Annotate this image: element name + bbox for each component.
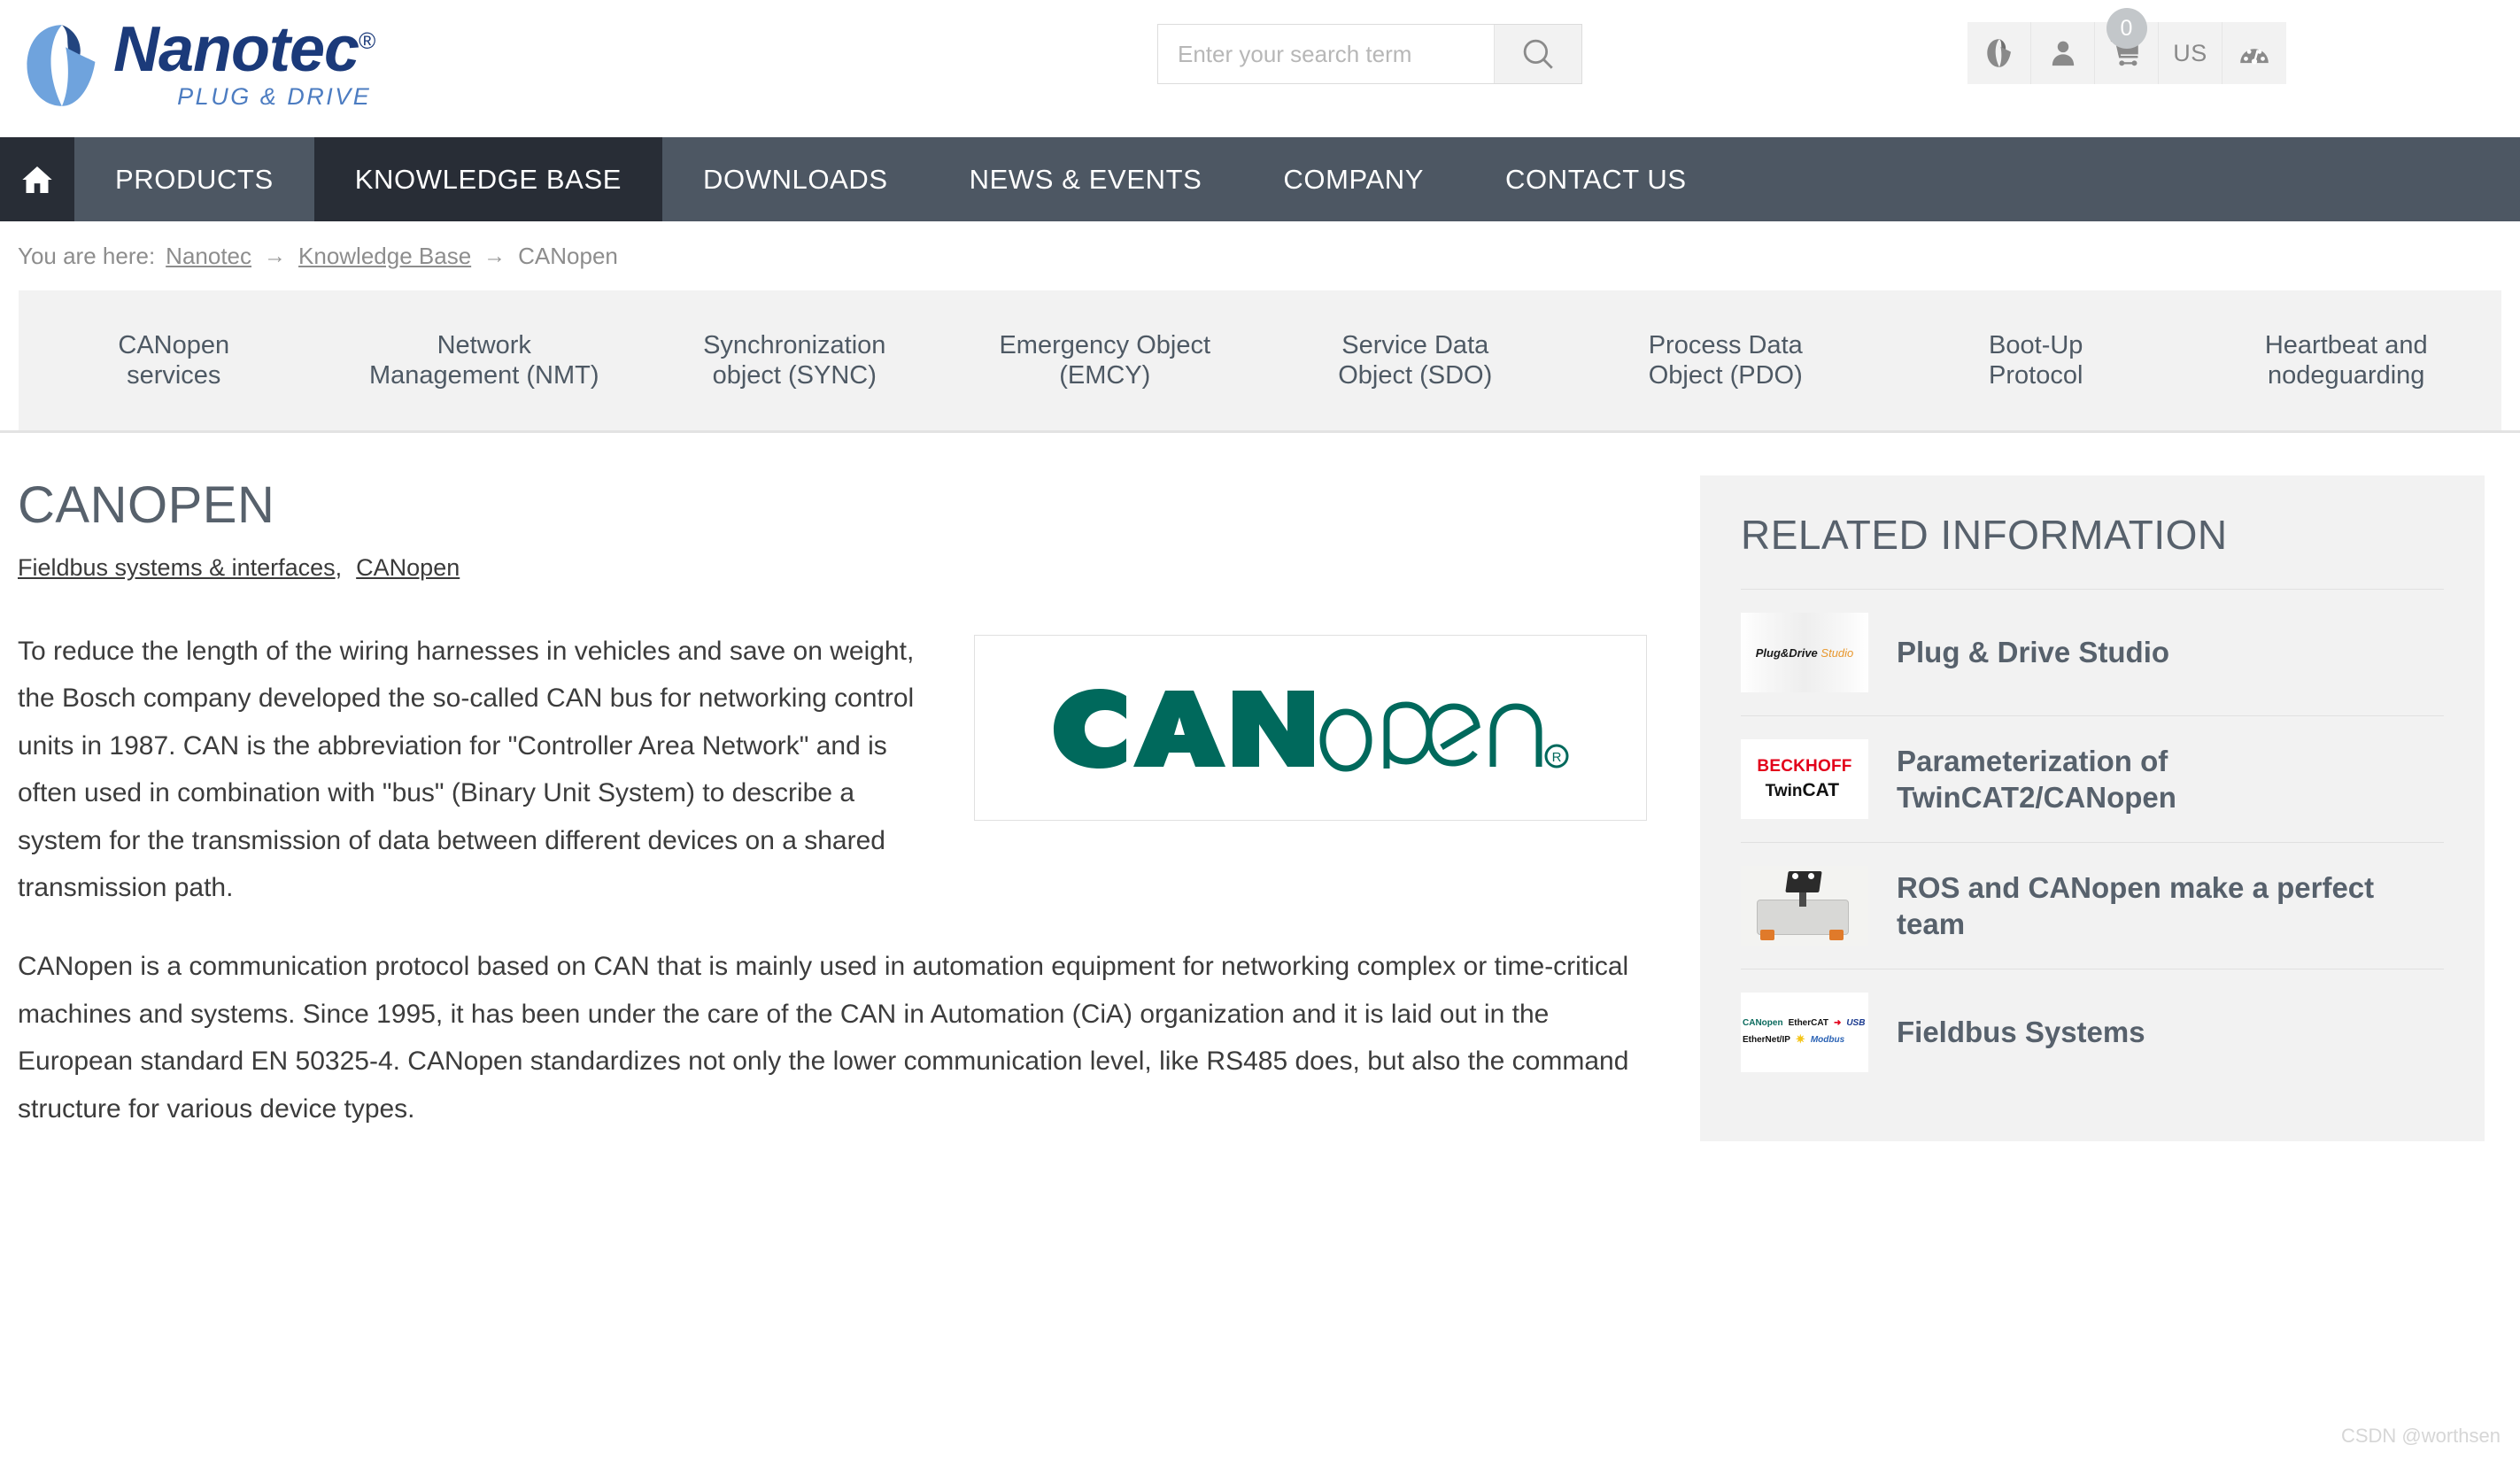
breadcrumb-item-knowledge-base[interactable]: Knowledge Base xyxy=(298,243,471,270)
subnav-label-line1: Synchronization xyxy=(703,330,886,359)
subnav-item-synchronization-object[interactable]: Synchronization object (SYNC) xyxy=(639,330,950,390)
subnav-label-line2: Object (PDO) xyxy=(1648,361,1803,390)
main-column: CANOPEN Fieldbus systems & interfaces, CA… xyxy=(18,475,1700,1141)
header-icon-bar: 0 US xyxy=(1967,8,2286,84)
breadcrumb-separator-icon: → xyxy=(264,243,287,268)
subnav-label-line2: (EMCY) xyxy=(1059,361,1151,390)
beckhoff-twincat-thumbnail: BECKHOFF TwinCAT xyxy=(1741,739,1868,819)
subnav-label-line1: Network xyxy=(437,330,531,359)
header-user-account-button[interactable] xyxy=(2031,22,2095,84)
dashboard-gauge-icon xyxy=(2240,49,2269,65)
nanotec-logo-text: Nanotec® PLUG & DRIVE xyxy=(113,18,375,111)
subnav-label-line1: Heartbeat and xyxy=(2264,330,2428,359)
search-icon xyxy=(1523,39,1553,69)
nav-item-company[interactable]: COMPANY xyxy=(1242,137,1465,221)
page-content: CANOPEN Fieldbus systems & interfaces, CA… xyxy=(0,433,2520,1141)
main-navigation: PRODUCTS KNOWLEDGE BASE DOWNLOADS NEWS &… xyxy=(0,137,2520,221)
header-cart-button[interactable]: 0 xyxy=(2095,8,2159,84)
breadcrumb-prefix: You are here: xyxy=(18,242,156,269)
sidebar-column: RELATED INFORMATION Plug&Drive Studio Pl… xyxy=(1700,475,2485,1141)
canopen-logo-image: R xyxy=(974,635,1647,821)
paragraph-protocol: CANopen is a communication protocol base… xyxy=(18,952,1629,1124)
subnav-wrapper: CANopen services Network Management (NMT… xyxy=(0,290,2520,433)
nav-item-products[interactable]: PRODUCTS xyxy=(74,137,314,221)
cart-count-badge: 0 xyxy=(2106,8,2147,49)
related-item-label: Parameterization of TwinCAT2/CANopen xyxy=(1897,744,2176,814)
fieldbus-logos-thumbnail: CANopen EtherCAT ➜ USB EtherNet/IP ✷ Modbus xyxy=(1741,993,1868,1072)
subnav-item-boot-up-protocol[interactable]: Boot-Up Protocol xyxy=(1881,330,2191,390)
related-item-label: ROS and CANopen make a perfect team xyxy=(1897,870,2375,940)
subnav-item-network-management[interactable]: Network Management (NMT) xyxy=(329,330,640,390)
related-item-twincat-parameterization[interactable]: BECKHOFF TwinCAT Parameterization of Twi… xyxy=(1741,715,2444,842)
subnav-item-emergency-object[interactable]: Emergency Object (EMCY) xyxy=(950,330,1261,390)
subnav-item-heartbeat-nodeguarding[interactable]: Heartbeat and nodeguarding xyxy=(2191,330,2502,390)
related-information-panel: RELATED INFORMATION Plug&Drive Studio Pl… xyxy=(1700,475,2485,1141)
subnav-label-line2: nodeguarding xyxy=(2268,361,2425,390)
subnav-label-line2: Management (NMT) xyxy=(369,361,599,390)
search-button[interactable] xyxy=(1494,25,1581,83)
header-dashboard-button[interactable] xyxy=(2222,22,2286,84)
ros-robot-thumbnail xyxy=(1741,866,1868,946)
related-item-plug-and-drive-studio[interactable]: Plug&Drive Studio Plug & Drive Studio xyxy=(1741,589,2444,715)
breadcrumb-item-canopen: CANopen xyxy=(518,242,618,269)
tag-link-fieldbus-systems[interactable]: Fieldbus systems & interfaces xyxy=(18,554,336,581)
header-nanotec-mark-button[interactable] xyxy=(1967,22,2031,84)
subnav-item-service-data-object[interactable]: Service Data Object (SDO) xyxy=(1260,330,1571,390)
subnav-label-line1: CANopen xyxy=(118,330,230,359)
related-item-label: Fieldbus Systems xyxy=(1897,1016,2145,1049)
subnav-label-line1: Boot-Up xyxy=(1989,330,2083,359)
breadcrumb-separator-icon: → xyxy=(483,243,506,268)
subnav-item-canopen-services[interactable]: CANopen services xyxy=(19,330,329,390)
page-title: CANOPEN xyxy=(18,476,275,534)
plug-and-drive-studio-thumbnail: Plug&Drive Studio xyxy=(1741,613,1868,692)
search-box xyxy=(1157,24,1582,84)
logo-name: Nanotec® xyxy=(113,13,375,85)
subnav-label-line1: Emergency Object xyxy=(999,330,1211,359)
nav-home-button[interactable] xyxy=(0,137,74,221)
nanotec-logo-mark-icon xyxy=(16,19,108,112)
tag-links: Fieldbus systems & interfaces, CANopen xyxy=(18,554,1647,582)
related-item-fieldbus-systems[interactable]: CANopen EtherCAT ➜ USB EtherNet/IP ✷ Modbus F… xyxy=(1741,969,2444,1095)
site-header: Nanotec® PLUG & DRIVE 0 xyxy=(0,0,2520,137)
search-input[interactable] xyxy=(1158,25,1494,83)
subnav-label-line2: object (SYNC) xyxy=(712,361,877,390)
nav-item-knowledge-base[interactable]: KNOWLEDGE BASE xyxy=(313,137,663,221)
subnav-label-line2: Protocol xyxy=(1989,361,2083,390)
tag-separator: , xyxy=(335,554,343,581)
nav-item-contact-us[interactable]: CONTACT US xyxy=(1465,137,1728,221)
nav-item-downloads[interactable]: DOWNLOADS xyxy=(662,137,929,221)
subnav-label-line1: Service Data xyxy=(1341,330,1489,359)
nav-item-news-events[interactable]: NEWS & EVENTS xyxy=(929,137,1243,221)
breadcrumb-item-nanotec[interactable]: Nanotec xyxy=(166,243,251,270)
breadcrumb: You are here: Nanotec → Knowledge Base →… xyxy=(0,221,2520,290)
related-item-ros-canopen[interactable]: ROS and CANopen make a perfect team xyxy=(1741,842,2444,969)
subnav-label-line2: services xyxy=(127,361,221,390)
user-account-icon xyxy=(2052,41,2074,66)
subnav: CANopen services Network Management (NMT… xyxy=(19,290,2501,430)
subnav-label-line2: Object (SDO) xyxy=(1338,361,1493,390)
home-icon xyxy=(22,166,52,193)
canopen-wordmark-icon: R xyxy=(1054,689,1569,772)
registered-mark: ® xyxy=(359,27,375,54)
language-selector[interactable]: US xyxy=(2159,22,2222,84)
related-item-label: Plug & Drive Studio xyxy=(1897,636,2170,669)
svg-text:R: R xyxy=(1552,750,1562,765)
nanotec-mark-icon xyxy=(1986,39,2011,67)
subnav-label-line1: Process Data xyxy=(1648,330,1803,359)
watermark: CSDN @worthsen xyxy=(2340,1425,2501,1447)
nanotec-logo[interactable]: Nanotec® PLUG & DRIVE xyxy=(16,12,512,119)
related-information-title: RELATED INFORMATION xyxy=(1741,512,2228,558)
tag-link-canopen[interactable]: CANopen xyxy=(356,554,460,581)
subnav-item-process-data-object[interactable]: Process Data Object (PDO) xyxy=(1571,330,1882,390)
logo-tagline: PLUG & DRIVE xyxy=(177,82,372,110)
